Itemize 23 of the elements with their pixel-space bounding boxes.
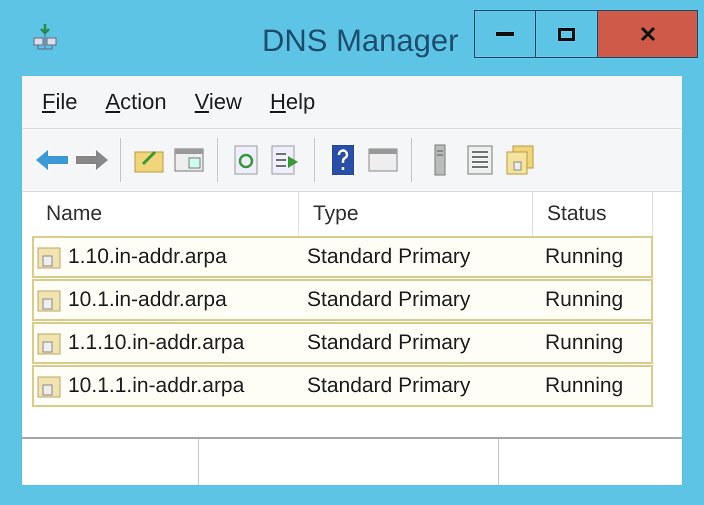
close-icon (640, 26, 656, 42)
menu-item[interactable]: Help (270, 91, 316, 113)
menu-item[interactable]: View (194, 91, 242, 113)
zone-type: Standard Primary (306, 244, 472, 270)
zone-type: Standard Primary (306, 287, 472, 314)
zone-name: 1.1.10.in-addr.arpa (68, 330, 244, 356)
zone-name: 10.1.1.in-addr.arpa (68, 373, 244, 400)
zone-name: 1.10.in-addr.arpa (68, 244, 227, 270)
zone-status: Running (544, 244, 624, 270)
menu-item[interactable]: File (42, 91, 78, 113)
table-row[interactable]: 10.1.1.in-addr.arpa Standard Primary Running (32, 365, 653, 407)
zone-status: Running (544, 373, 624, 400)
zone-type: Standard Primary (306, 373, 472, 400)
window-title: DNS Manager (262, 22, 458, 60)
menu-item[interactable]: Action (105, 91, 167, 113)
zone-type: Standard Primary (306, 330, 472, 356)
zone-status: Running (544, 287, 624, 314)
zone-status: Running (544, 330, 624, 356)
table-row[interactable]: 1.1.10.in-addr.arpa Standard Primary Running (32, 322, 653, 364)
zone-name: 10.1.in-addr.arpa (68, 287, 227, 314)
minimize-button[interactable] (474, 10, 536, 58)
table-row[interactable]: 1.10.in-addr.arpa Standard Primary Running (32, 236, 653, 278)
table-row[interactable]: 10.1.in-addr.arpa Standard Primary Running (32, 279, 653, 321)
